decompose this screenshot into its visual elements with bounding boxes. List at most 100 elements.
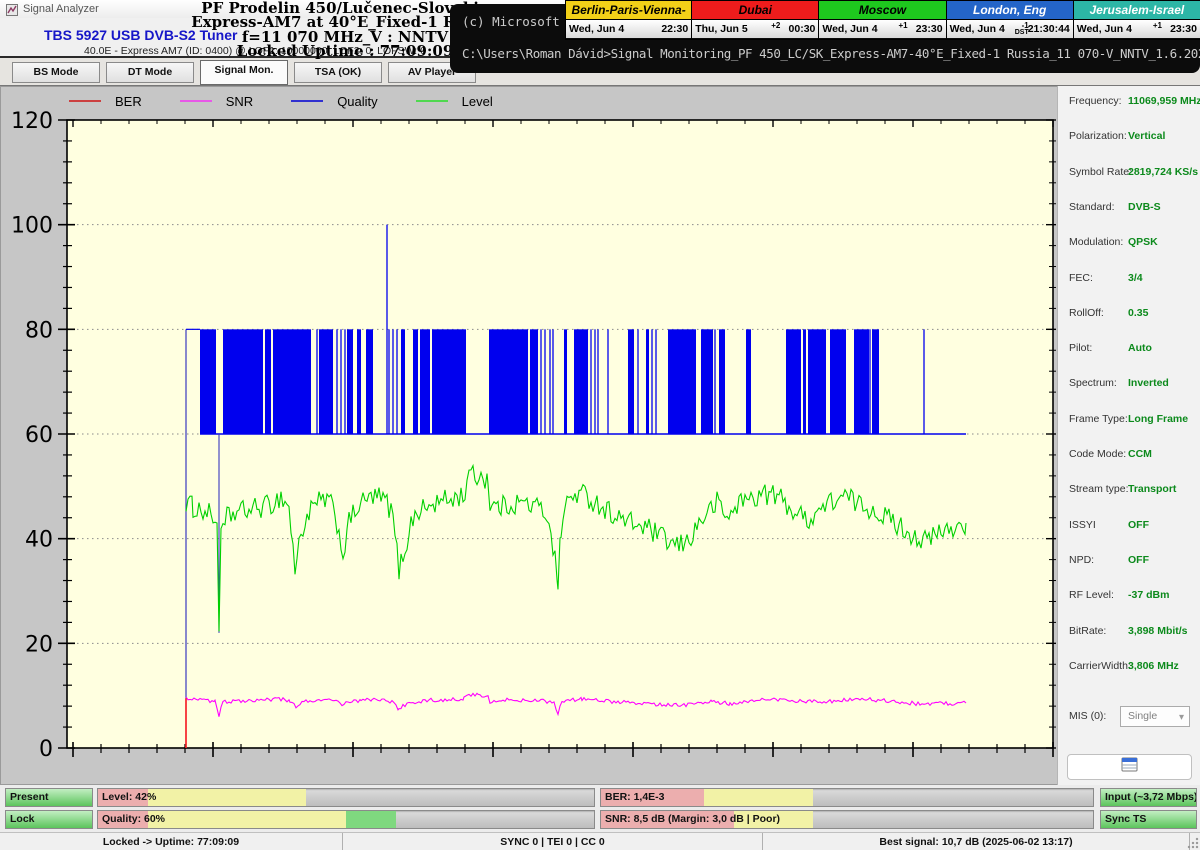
param-value: 11069,959 MHz <box>1128 95 1200 107</box>
svg-text:80: 80 <box>25 318 53 343</box>
bar-label: Present <box>10 791 49 803</box>
quality-bar: Quality: 60% <box>97 810 595 829</box>
param-value: 2819,724 KS/s <box>1128 166 1198 178</box>
parameters-panel: Frequency: 11069,959 MHz Polarization:Vert… <box>1057 86 1200 785</box>
param-value: Inverted <box>1128 377 1169 389</box>
panel-action-button[interactable] <box>1067 754 1192 780</box>
clock-time: 23:30 <box>916 23 943 35</box>
input-indicator: Input (~3,72 Mbps) <box>1100 788 1197 807</box>
clock-datetime: Wed, Jun 4+123:30 <box>1074 20 1200 38</box>
clock-time: 21:30:44 <box>1028 23 1070 35</box>
clock-date: Thu, Jun 5 <box>695 23 748 35</box>
param-label: ISSYI <box>1069 519 1096 531</box>
bar-label: Lock <box>10 813 35 825</box>
param-value: 3/4 <box>1128 272 1143 284</box>
clock-date: Wed, Jun 4 <box>569 23 624 35</box>
param-standard-: Standard: DVB-S <box>1058 201 1200 217</box>
param-value: Auto <box>1128 342 1152 354</box>
snr-bar: SNR: 8,5 dB (Margin: 3,0 dB | Poor) <box>600 810 1094 829</box>
lock-indicator: Lock <box>5 810 93 829</box>
clock-datetime: Thu, Jun 5 +2 00:30 <box>692 20 818 38</box>
param-value: CCM <box>1128 448 1152 460</box>
param-label: Code Mode: <box>1069 448 1126 460</box>
clock-offset: -1 <box>1022 22 1029 29</box>
clock-city: Moscow <box>819 1 945 20</box>
world-clocks-widget: Berlin-Paris-Vienna-Roma Wed, Jun 4 22:30 D… <box>565 0 1200 40</box>
statusbar-segment-0: Locked -> Uptime: 77:09:09 <box>0 833 343 850</box>
clock-city: London, Eng <box>947 1 1073 20</box>
statusbar-segment-2: Best signal: 10,7 dB (2025-06-02 13:17) <box>763 833 1190 850</box>
bar-label: Quality: 60% <box>102 813 165 825</box>
clock-city: Dubai <box>692 1 818 20</box>
clock-moscow: Moscow Wed, Jun 4 +1 23:30 <box>819 0 946 40</box>
clock-datetime: Wed, Jun 4-1DST21:30:44 <box>947 20 1073 38</box>
signal-analyzer-window: Signal Analyzer TBS 5927 USB DVB-S2 Tune… <box>0 0 1200 850</box>
param-value: Vertical <box>1128 130 1165 142</box>
clock-berlin-paris-vienna-roma: Berlin-Paris-Vienna-Roma Wed, Jun 4 22:30 <box>565 0 692 40</box>
clock-time: 00:30 <box>789 23 816 35</box>
param-bitrate-: BitRate: 3,898 Mbit/s <box>1058 625 1200 641</box>
param-value: DVB-S <box>1128 201 1161 213</box>
param-frame-type-: Frame Type:Long Frame <box>1058 413 1200 429</box>
signal-chart-panel: BERSNRQualityLevel 020406080100120 <box>0 86 1057 785</box>
clock-dst-label: DST <box>1015 29 1029 36</box>
chevron-down-icon: ▾ <box>1179 708 1184 727</box>
param-value: 0.35 <box>1128 307 1148 319</box>
param-rf-level-: RF Level:-37 dBm <box>1058 589 1200 605</box>
tab-dt-mode[interactable]: DT Mode <box>106 62 194 83</box>
bar-segment-green <box>346 811 396 828</box>
clock-date: Wed, Jun 4 <box>822 23 877 35</box>
svg-text:40: 40 <box>25 528 53 553</box>
bar-segment-yellow <box>148 789 307 806</box>
clock-offset: +2 <box>771 22 780 29</box>
param-modulation-: Modulation: QPSK <box>1058 236 1200 252</box>
param-label: Standard: <box>1069 201 1115 213</box>
app-icon <box>6 3 18 15</box>
mis-value: Single <box>1128 710 1157 722</box>
status-bar: Locked -> Uptime: 77:09:09SYNC 0 | TEI 0… <box>0 832 1200 850</box>
resize-grip[interactable] <box>1186 836 1199 849</box>
svg-text:100: 100 <box>11 214 53 239</box>
param-label: Symbol Rate: <box>1069 166 1132 178</box>
param-value: 3,806 MHz <box>1128 660 1179 672</box>
tab-tsa-ok-[interactable]: TSA (OK) <box>294 62 382 83</box>
param-frequency-: Frequency: 11069,959 MHz <box>1058 95 1200 111</box>
clock-offset: +1 <box>898 22 907 29</box>
param-fec-: FEC:3/4 <box>1058 272 1200 288</box>
param-code-mode-: Code Mode:CCM <box>1058 448 1200 464</box>
svg-text:120: 120 <box>11 109 53 134</box>
tab-signal-mon-[interactable]: Signal Mon. <box>200 60 288 85</box>
tab-bs-mode[interactable]: BS Mode <box>12 62 100 83</box>
bar-segment-yellow <box>704 789 812 806</box>
mis-select[interactable]: Single ▾ <box>1120 706 1190 727</box>
present-indicator: Present <box>5 788 93 807</box>
clock-city: Berlin-Paris-Vienna-Roma <box>566 1 691 20</box>
param-label: Modulation: <box>1069 236 1123 248</box>
param-value: Transport <box>1128 483 1176 495</box>
svg-text:20: 20 <box>25 632 53 657</box>
param-value: OFF <box>1128 519 1149 531</box>
window-title: Signal Analyzer <box>23 3 99 15</box>
clock-time: 22:30 <box>661 23 688 35</box>
param-label: Pilot: <box>1069 342 1092 354</box>
bar-label: SNR: 8,5 dB (Margin: 3,0 dB | Poor) <box>605 813 780 825</box>
param-issyi: ISSYI OFF <box>1058 519 1200 535</box>
terminal-command-line: C:\Users\Roman Dávid>Signal Monitoring_P… <box>462 46 1200 61</box>
param-value: -37 dBm <box>1128 589 1169 601</box>
clock-time: 23:30 <box>1170 23 1197 35</box>
bar-label: Level: 42% <box>102 791 156 803</box>
param-value: QPSK <box>1128 236 1158 248</box>
param-label: Stream type: <box>1069 483 1129 495</box>
clock-dubai: Dubai Thu, Jun 5 +2 00:30 <box>692 0 819 40</box>
clock-jerusalem-israel: Jerusalem-IsraelWed, Jun 4+123:30 <box>1074 0 1200 40</box>
param-label: BitRate: <box>1069 625 1106 637</box>
param-label: Frequency: <box>1069 95 1122 107</box>
clock-date: Wed, Jun 4 <box>1077 23 1132 35</box>
svg-text:0: 0 <box>39 737 53 762</box>
table-icon <box>1121 757 1138 777</box>
param-value: 3,898 Mbit/s <box>1128 625 1188 637</box>
param-stream-type-: Stream type:Transport <box>1058 483 1200 499</box>
signal-chart: 020406080100120 <box>1 87 1056 784</box>
param-label: Polarization: <box>1069 130 1127 142</box>
syncts-indicator: Sync TS <box>1100 810 1197 829</box>
